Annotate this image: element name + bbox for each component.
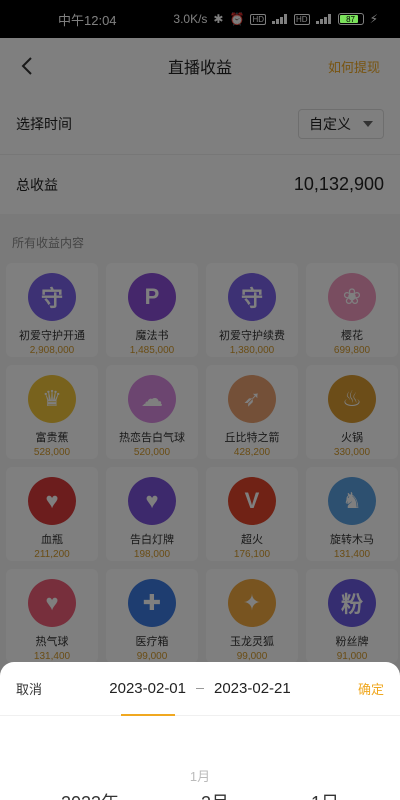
cancel-button[interactable]: 取消 xyxy=(16,679,42,698)
date-picker-sheet: 取消 2023-02-01 2023-02-21 确定 1月 2023年 2月 … xyxy=(0,662,400,800)
wheel-day[interactable]: 1日 xyxy=(311,789,339,800)
sheet-header: 取消 2023-02-01 2023-02-21 确定 xyxy=(0,662,400,716)
confirm-button[interactable]: 确定 xyxy=(358,679,384,698)
start-date[interactable]: 2023-02-01 xyxy=(109,680,186,697)
wheel-current: 2023年 2月 1日 xyxy=(0,789,400,800)
date-range: 2023-02-01 2023-02-21 xyxy=(109,680,290,697)
wheel-year[interactable]: 2023年 xyxy=(61,789,119,800)
end-date[interactable]: 2023-02-21 xyxy=(214,680,291,697)
range-dash xyxy=(196,688,204,689)
wheel-prev-month: 1月 xyxy=(189,769,211,784)
wheel-month[interactable]: 2月 xyxy=(201,789,229,800)
date-wheel[interactable]: 1月 2023年 2月 1日 xyxy=(0,716,400,800)
